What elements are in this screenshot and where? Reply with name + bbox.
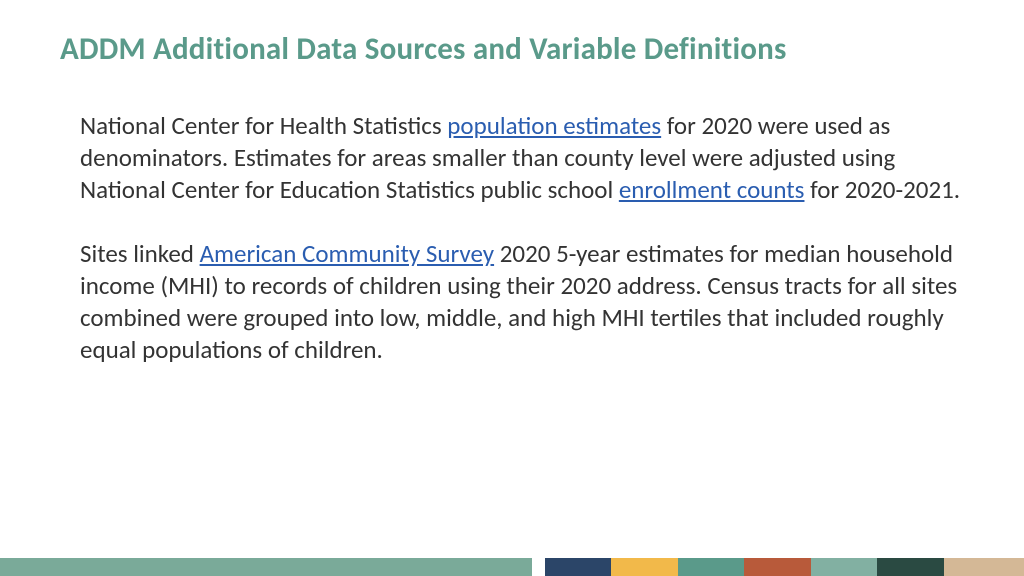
- slide-container: ADDM Additional Data Sources and Variabl…: [0, 0, 1024, 576]
- slide-body: National Center for Health Statistics po…: [60, 110, 964, 398]
- link-population-estimates[interactable]: population estimates: [447, 110, 661, 141]
- text-segment: for 2020-2021.: [804, 174, 960, 205]
- footer-segment: [532, 558, 544, 576]
- paragraph-1: National Center for Health Statistics po…: [80, 110, 964, 206]
- footer-segment: [744, 558, 811, 576]
- text-segment: National Center for Health Statistics: [80, 110, 447, 141]
- slide-title: ADDM Additional Data Sources and Variabl…: [60, 30, 964, 68]
- link-enrollment-counts[interactable]: enrollment counts: [619, 174, 805, 205]
- footer-segment: [0, 558, 532, 576]
- footer-segment: [944, 558, 1024, 576]
- text-segment: Sites linked: [80, 238, 200, 269]
- footer-segment: [811, 558, 878, 576]
- footer-segment: [545, 558, 612, 576]
- footer-color-bar: [0, 558, 1024, 576]
- paragraph-2: Sites linked American Community Survey 2…: [80, 238, 964, 366]
- footer-segment: [877, 558, 944, 576]
- footer-segment: [611, 558, 678, 576]
- link-american-community-survey[interactable]: American Community Survey: [200, 238, 494, 269]
- footer-segment: [678, 558, 745, 576]
